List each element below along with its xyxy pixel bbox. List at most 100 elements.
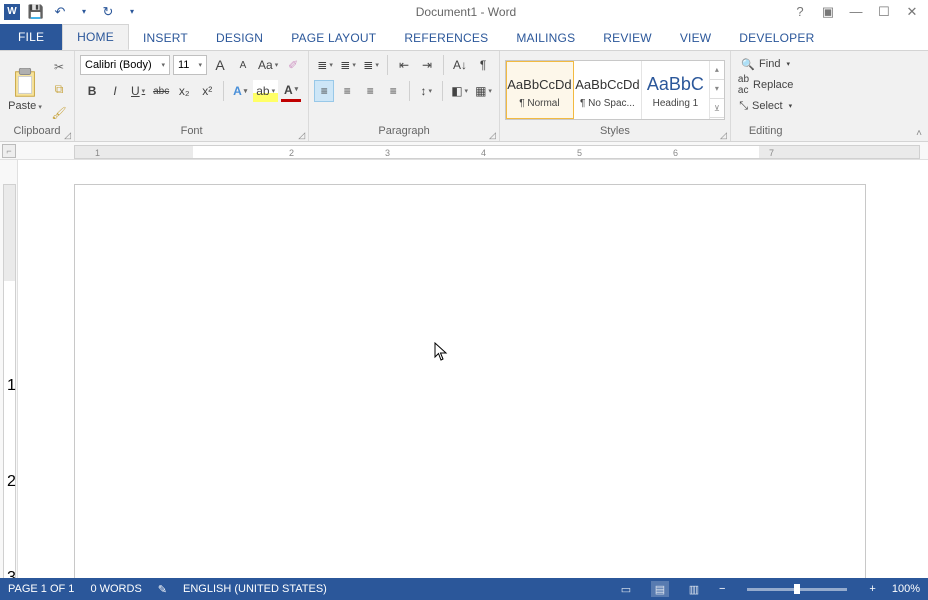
zoom-slider[interactable] [747, 588, 847, 591]
style-preview: AaBbCcDd [507, 70, 571, 98]
shading-icon[interactable]: ◧ [449, 80, 470, 102]
ruler-num: 5 [577, 148, 582, 158]
undo-dropdown-icon[interactable]: ▾ [76, 4, 92, 20]
tab-review[interactable]: REVIEW [589, 26, 666, 50]
style-no-spacing[interactable]: AaBbCcDd ¶ No Spac... [574, 61, 642, 119]
show-marks-icon[interactable]: ¶ [473, 54, 493, 76]
justify-icon[interactable]: ≡ [383, 80, 403, 102]
replace-button[interactable]: abacReplace [736, 75, 795, 95]
align-right-icon[interactable]: ≡ [360, 80, 380, 102]
qat-customize-icon[interactable]: ▾ [124, 4, 140, 20]
ribbon: Paste ✂ ⧉ 🖌 Clipboard◿ Calibri (Body)▾ 1… [0, 50, 928, 142]
paragraph-launcher-icon[interactable]: ◿ [489, 130, 496, 141]
tab-design[interactable]: DESIGN [202, 26, 277, 50]
collapse-ribbon-icon[interactable]: ˄ [916, 128, 922, 139]
select-button[interactable]: ⤡Select▾ [737, 96, 794, 116]
page-scroll-area[interactable] [18, 160, 928, 600]
tab-selector-icon[interactable]: ⌐ [2, 144, 16, 158]
undo-icon[interactable]: ↶ [52, 4, 68, 20]
format-painter-icon[interactable]: 🖌 [49, 102, 69, 124]
web-layout-icon[interactable]: ▥ [685, 581, 703, 597]
tab-view[interactable]: VIEW [666, 26, 725, 50]
separator [223, 81, 224, 101]
clipboard-launcher-icon[interactable]: ◿ [64, 130, 71, 141]
paste-button[interactable]: Paste [5, 68, 45, 112]
ribbon-tabs: FILE HOME INSERT DESIGN PAGE LAYOUT REFE… [0, 24, 928, 50]
save-icon[interactable]: 💾 [28, 4, 44, 20]
style-name: ¶ Normal [519, 98, 559, 109]
styles-more-icon[interactable]: ⊻ [710, 99, 724, 118]
zoom-level[interactable]: 100% [892, 583, 920, 595]
document-page[interactable] [74, 184, 866, 600]
subscript-button[interactable]: x₂ [174, 80, 194, 102]
align-center-icon[interactable]: ≡ [337, 80, 357, 102]
bullets-icon[interactable]: ≣ [315, 54, 335, 76]
find-icon: 🔍 [741, 58, 755, 71]
borders-icon[interactable]: ▦ [473, 80, 494, 102]
clear-formatting-icon[interactable]: ✐ [283, 54, 303, 76]
superscript-button[interactable]: x² [197, 80, 217, 102]
paste-icon [11, 68, 39, 100]
font-launcher-icon[interactable]: ◿ [298, 130, 305, 141]
align-left-icon[interactable]: ≡ [314, 80, 334, 102]
ruler-num: 4 [481, 148, 486, 158]
italic-button[interactable]: I [105, 80, 125, 102]
underline-button[interactable]: U [128, 80, 148, 102]
select-icon: ⤡ [739, 100, 748, 113]
print-layout-icon[interactable]: ▤ [651, 581, 669, 597]
ribbon-display-options-icon[interactable]: ▣ [820, 4, 836, 20]
tab-references[interactable]: REFERENCES [390, 26, 502, 50]
find-button[interactable]: 🔍Find▾ [739, 54, 792, 74]
style-normal[interactable]: AaBbCcDd ¶ Normal [506, 61, 574, 119]
line-spacing-icon[interactable]: ↕ [416, 80, 436, 102]
highlight-icon[interactable]: ab [253, 80, 278, 102]
tab-developer[interactable]: DEVELOPER [725, 26, 828, 50]
vertical-ruler[interactable]: 1 2 3 [0, 160, 18, 600]
text-effects-icon[interactable]: A [230, 80, 250, 102]
cut-icon[interactable]: ✂ [49, 56, 69, 78]
styles-launcher-icon[interactable]: ◿ [720, 130, 727, 141]
decrease-indent-icon[interactable]: ⇤ [394, 54, 414, 76]
zoom-out-button[interactable]: − [719, 583, 725, 595]
multilevel-list-icon[interactable]: ≣ [361, 54, 381, 76]
ruler-num: 3 [385, 148, 390, 158]
zoom-slider-thumb[interactable] [794, 584, 800, 594]
proofing-icon[interactable]: ✎ [158, 583, 167, 596]
maximize-icon[interactable]: ☐ [876, 4, 892, 20]
status-bar: PAGE 1 OF 1 0 WORDS ✎ ENGLISH (UNITED ST… [0, 578, 928, 600]
tab-file[interactable]: FILE [0, 24, 62, 50]
redo-icon[interactable]: ↻ [100, 4, 116, 20]
tab-page-layout[interactable]: PAGE LAYOUT [277, 26, 390, 50]
status-page[interactable]: PAGE 1 OF 1 [8, 583, 74, 595]
close-icon[interactable]: ✕ [904, 4, 920, 20]
strikethrough-button[interactable]: abc [151, 80, 171, 102]
tab-home[interactable]: HOME [62, 24, 129, 50]
font-name-input[interactable]: Calibri (Body)▾ [80, 55, 170, 75]
horizontal-ruler[interactable]: ⌐ 1 2 3 4 5 6 7 [0, 142, 928, 160]
tab-insert[interactable]: INSERT [129, 26, 202, 50]
help-icon[interactable]: ? [792, 4, 808, 20]
status-word-count[interactable]: 0 WORDS [90, 583, 141, 595]
styles-scroll-down-icon[interactable]: ▾ [710, 80, 724, 99]
ruler-num: 7 [769, 148, 774, 158]
increase-indent-icon[interactable]: ⇥ [417, 54, 437, 76]
zoom-in-button[interactable]: + [869, 583, 875, 595]
bold-button[interactable]: B [82, 80, 102, 102]
sort-icon[interactable]: A↓ [450, 54, 470, 76]
minimize-icon[interactable]: — [848, 4, 864, 20]
numbering-icon[interactable]: ≣ [338, 54, 358, 76]
tab-mailings[interactable]: MAILINGS [502, 26, 589, 50]
style-heading-1[interactable]: AaBbC Heading 1 [642, 61, 710, 119]
change-case-icon[interactable]: Aa [256, 54, 280, 76]
font-color-icon[interactable]: A [281, 80, 301, 102]
grow-font-icon[interactable]: A [210, 54, 230, 76]
copy-icon[interactable]: ⧉ [49, 79, 69, 101]
read-mode-icon[interactable]: ▭ [617, 581, 635, 597]
styles-scroll-up-icon[interactable]: ▴ [710, 61, 724, 80]
style-name: ¶ No Spac... [580, 98, 635, 109]
font-size-input[interactable]: 11▾ [173, 55, 207, 75]
ruler-num: 1 [7, 377, 16, 395]
separator [442, 81, 443, 101]
status-language[interactable]: ENGLISH (UNITED STATES) [183, 583, 327, 595]
shrink-font-icon[interactable]: A [233, 54, 253, 76]
